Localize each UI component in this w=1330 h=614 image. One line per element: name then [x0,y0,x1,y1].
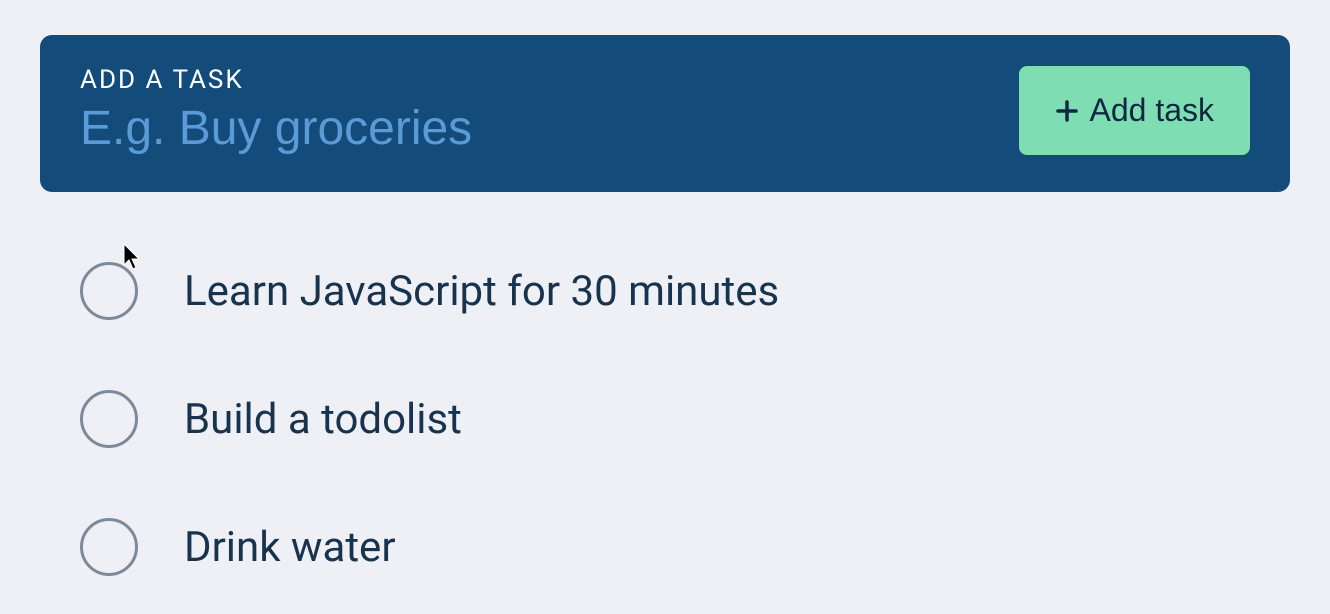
task-checkbox[interactable] [80,390,138,448]
add-task-button-label: Add task [1089,92,1214,129]
task-item: Drink water [80,518,1290,576]
task-item: Build a todolist [80,390,1290,448]
task-input[interactable] [80,101,1019,156]
task-input-label: Add a task [80,65,1019,95]
plus-icon [1055,99,1079,123]
task-text: Build a todolist [184,395,462,444]
task-checkbox[interactable] [80,262,138,320]
task-text: Drink water [184,523,396,572]
add-task-button[interactable]: Add task [1019,66,1250,155]
task-input-card: Add a task Add task [40,35,1290,192]
task-text: Learn JavaScript for 30 minutes [184,267,779,316]
input-section: Add a task [80,65,1019,156]
task-item: Learn JavaScript for 30 minutes [80,262,1290,320]
task-checkbox[interactable] [80,518,138,576]
task-list: Learn JavaScript for 30 minutes Build a … [40,262,1290,576]
